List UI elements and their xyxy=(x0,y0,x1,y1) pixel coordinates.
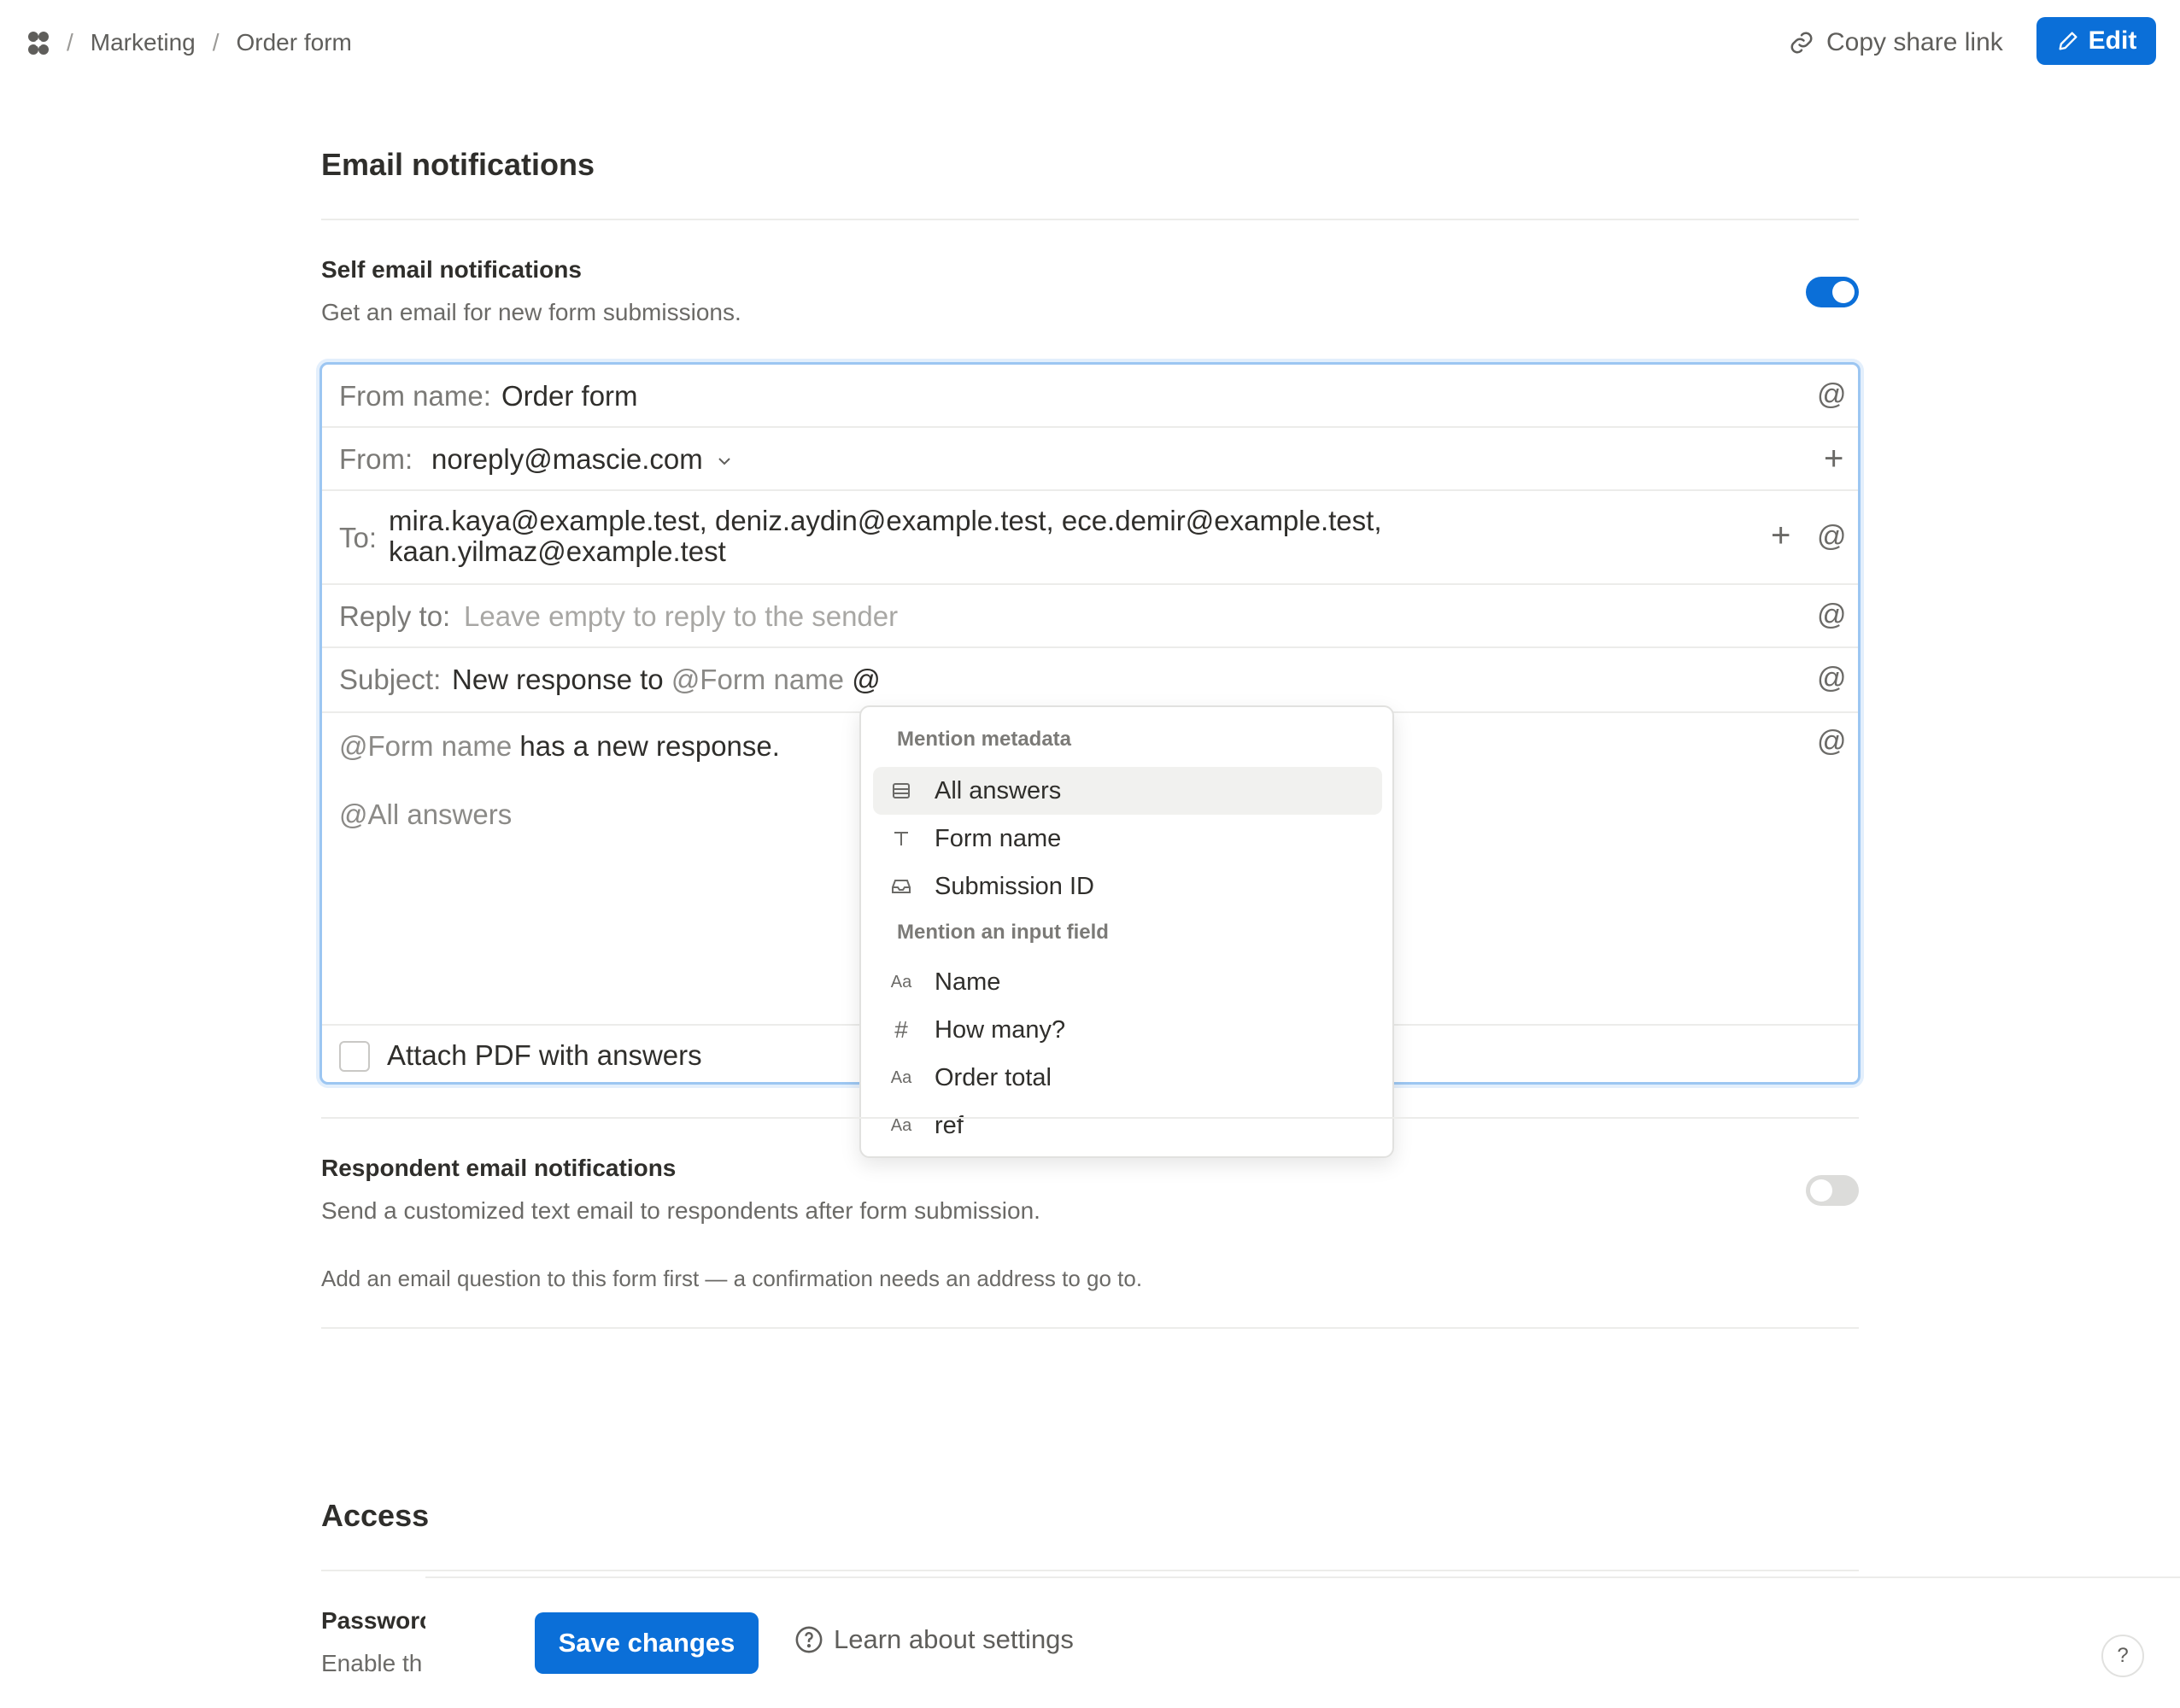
mention-input-field-heading: Mention an input field xyxy=(897,921,1109,944)
pencil-icon xyxy=(2059,32,2077,50)
divider xyxy=(321,1570,1859,1571)
edit-button[interactable]: Edit xyxy=(2036,17,2156,65)
toggle-knob xyxy=(1810,1179,1832,1202)
subject-label: Subject: xyxy=(339,664,442,695)
edit-button-label: Edit xyxy=(2088,26,2137,55)
breadcrumb-item-marketing[interactable]: Marketing xyxy=(91,29,196,56)
subject-value[interactable]: New response to @Form name @ xyxy=(452,664,881,696)
mention-item-submission-id[interactable]: Submission ID xyxy=(873,863,1382,910)
divider xyxy=(321,219,1859,220)
to-line-2[interactable]: kaan.yilmaz@example.test xyxy=(389,535,726,568)
number-field-icon: # xyxy=(894,1016,908,1043)
text-field-icon: Aa xyxy=(890,972,912,991)
from-value[interactable]: noreply@mascie.com xyxy=(431,443,703,476)
respondent-notifications-title: Respondent email notifications xyxy=(321,1155,677,1181)
subject-trailing-at: @ xyxy=(852,664,881,695)
self-notifications-description: Get an email for new form submissions. xyxy=(321,299,741,325)
divider xyxy=(321,1327,1859,1329)
body-line-1: @Form name has a new response. xyxy=(339,730,780,763)
password-description: Enable th xyxy=(321,1650,423,1676)
learn-about-settings-label: Learn about settings xyxy=(834,1624,1074,1654)
from-name-label: From name: xyxy=(339,380,491,412)
copy-share-link-label: Copy share link xyxy=(1826,28,2003,56)
mention-item-label: Form name xyxy=(935,824,1062,852)
mention-item-label: Order total xyxy=(935,1063,1052,1091)
reply-to-placeholder[interactable]: Leave empty to reply to the sender xyxy=(464,600,898,633)
mention-menu: Mention metadata All answers Form name S… xyxy=(859,705,1394,1158)
mention-item-name[interactable]: Aa Name xyxy=(873,958,1382,1006)
to-label: To: xyxy=(339,522,378,553)
toggle-knob xyxy=(1832,281,1855,303)
text-field-icon: Aa xyxy=(890,1068,912,1087)
body-text: has a new response. xyxy=(519,730,780,762)
breadcrumb-separator: / xyxy=(212,29,220,56)
mention-metadata-heading: Mention metadata xyxy=(897,728,1072,751)
self-notifications-toggle[interactable] xyxy=(1806,277,1859,307)
top-bar: / Marketing / Order form Copy share link… xyxy=(0,0,2180,85)
add-recipient-icon[interactable]: + xyxy=(1771,517,1790,555)
mention-icon[interactable]: @ xyxy=(1817,662,1847,695)
from-name-field[interactable]: From name: Order form @ xyxy=(322,365,1858,428)
body-all-answers-token: @All answers xyxy=(339,798,513,830)
link-icon xyxy=(1790,32,1813,54)
section-title-access: Access xyxy=(321,1498,430,1533)
section-title-email-notifications: Email notifications xyxy=(321,147,595,182)
subject-text: New response to xyxy=(452,664,664,695)
help-button[interactable]: ? xyxy=(2101,1635,2144,1677)
attach-pdf-checkbox[interactable] xyxy=(339,1041,370,1072)
chevron-down-icon[interactable] xyxy=(717,455,732,467)
self-notifications-title: Self email notifications xyxy=(321,256,582,283)
add-icon[interactable]: + xyxy=(1824,440,1843,478)
save-changes-button[interactable]: Save changes xyxy=(535,1612,759,1674)
from-field[interactable]: From: noreply@mascie.com + xyxy=(322,428,1858,491)
copy-share-link-button[interactable]: Copy share link xyxy=(1789,22,2003,63)
mention-item-label: All answers xyxy=(935,776,1062,804)
mention-item-label: Name xyxy=(935,968,1001,996)
mention-icon[interactable]: @ xyxy=(1817,378,1847,412)
help-circle-icon xyxy=(795,1626,823,1653)
from-name-value[interactable]: Order form xyxy=(501,380,638,412)
workspace-logo-icon[interactable] xyxy=(24,29,53,58)
mention-icon[interactable]: @ xyxy=(1817,725,1847,758)
inbox-icon xyxy=(890,876,912,897)
learn-about-settings-link[interactable]: Learn about settings xyxy=(794,1624,1074,1655)
mention-item-label: Submission ID xyxy=(935,872,1094,900)
text-icon xyxy=(890,828,912,849)
mention-icon[interactable]: @ xyxy=(1817,599,1847,632)
respondent-notifications-toggle[interactable] xyxy=(1806,1175,1859,1206)
password-title: Passworc xyxy=(321,1607,427,1634)
mention-item-ref[interactable]: Aa ref xyxy=(873,1102,1382,1149)
mention-item-label: How many? xyxy=(935,1015,1066,1044)
mention-item-all-answers[interactable]: All answers xyxy=(873,767,1382,815)
respondent-notifications-note: Add an email question to this form first… xyxy=(321,1266,1143,1291)
to-field[interactable]: To: mira.kaya@example.test, deniz.aydin@… xyxy=(322,491,1858,585)
body-form-name-token: @Form name xyxy=(339,730,513,762)
breadcrumb-item-order-form[interactable]: Order form xyxy=(237,29,352,56)
mention-item-how-many[interactable]: # How many? xyxy=(873,1006,1382,1054)
subject-form-name-token: @Form name xyxy=(671,664,845,695)
reply-to-label: Reply to: xyxy=(339,600,451,632)
divider xyxy=(321,1117,1859,1119)
mention-item-order-total[interactable]: Aa Order total xyxy=(873,1054,1382,1102)
mention-icon[interactable]: @ xyxy=(1817,520,1847,553)
subject-field[interactable]: Subject: New response to @Form name @ @ xyxy=(322,648,1858,713)
mention-item-label: ref xyxy=(935,1111,964,1139)
reply-to-field[interactable]: Reply to: Leave empty to reply to the se… xyxy=(322,585,1858,648)
mention-item-form-name[interactable]: Form name xyxy=(873,815,1382,863)
attach-pdf-label: Attach PDF with answers xyxy=(387,1039,702,1071)
from-label: From: xyxy=(339,443,413,475)
breadcrumb: / Marketing / Order form xyxy=(67,26,352,60)
to-line-1[interactable]: mira.kaya@example.test, deniz.aydin@exam… xyxy=(389,505,1382,537)
table-icon xyxy=(890,781,912,801)
breadcrumb-separator: / xyxy=(67,29,73,56)
respondent-notifications-description: Send a customized text email to responde… xyxy=(321,1197,1040,1224)
